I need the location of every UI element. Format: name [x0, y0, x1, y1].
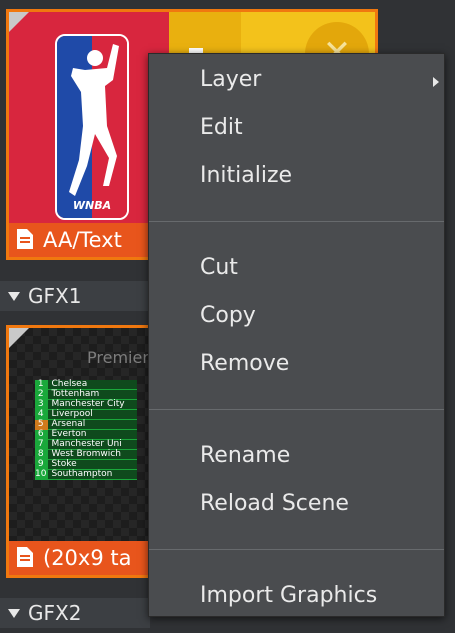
menu-item-cut[interactable]: Cut: [200, 255, 238, 280]
menu-item-remove[interactable]: Remove: [200, 351, 289, 376]
table-position: 4: [35, 409, 49, 420]
table-team: Manchester City: [48, 399, 138, 410]
table-team: Manchester Uni: [48, 439, 138, 450]
table-team: Southampton: [48, 469, 138, 480]
wnba-logo: WNBA: [55, 34, 129, 220]
table-row: 6 Everton: [35, 429, 138, 440]
tile-corner-marker: [9, 328, 29, 348]
table-position: 9: [35, 459, 49, 470]
table-position: 10: [35, 469, 49, 480]
document-icon: [17, 547, 33, 567]
group-header-gfx2[interactable]: GFX2: [0, 598, 150, 628]
submenu-arrow-icon: [433, 77, 439, 87]
menu-item-initialize[interactable]: Initialize: [200, 163, 292, 188]
group-title: GFX2: [28, 601, 82, 625]
tile-label-text: (20x9 ta: [43, 546, 132, 570]
group-title: GFX1: [28, 284, 82, 308]
table-row: 2 Tottenham: [35, 389, 138, 400]
context-menu: Layer Edit Initialize Cut Copy Remove Re…: [148, 53, 445, 617]
table-team: Arsenal: [48, 419, 138, 430]
table-row: 5 Arsenal: [35, 419, 138, 430]
table-position: 7: [35, 439, 49, 450]
table-row: 7 Manchester Uni: [35, 439, 138, 450]
menu-item-edit[interactable]: Edit: [200, 115, 243, 140]
menu-item-copy[interactable]: Copy: [200, 303, 256, 328]
table-row: 10 Southampton: [35, 469, 138, 480]
menu-item-reload-scene[interactable]: Reload Scene: [200, 491, 349, 516]
group-header-gfx1[interactable]: GFX1: [0, 281, 150, 311]
table-position: 8: [35, 449, 49, 460]
table-row: 9 Stoke: [35, 459, 138, 470]
league-table: 1 Chelsea 2 Tottenham 3 Manchester City 4 Liver…: [35, 380, 138, 480]
menu-separator: [149, 549, 444, 550]
logo-text: WNBA: [72, 199, 112, 212]
menu-item-rename[interactable]: Rename: [200, 443, 290, 468]
tile-corner-marker: [9, 12, 29, 32]
table-row: 4 Liverpool: [35, 409, 138, 420]
collapse-caret-icon[interactable]: [8, 609, 20, 618]
tile-label-text: AA/Text: [43, 228, 122, 252]
table-position: 5: [35, 419, 49, 430]
table-row: 8 West Bromwich: [35, 449, 138, 460]
table-team: Liverpool: [48, 409, 138, 420]
table-position: 2: [35, 389, 49, 400]
table-team: Everton: [48, 429, 138, 440]
table-team: Tottenham: [48, 389, 138, 400]
table-title: Premier: [87, 348, 149, 367]
document-icon: [17, 229, 33, 249]
table-team: Stoke: [48, 459, 138, 470]
table-team: West Bromwich: [48, 449, 138, 460]
menu-separator: [149, 409, 444, 410]
table-position: 3: [35, 399, 49, 410]
menu-item-import-graphics[interactable]: Import Graphics: [200, 583, 377, 608]
menu-separator: [149, 221, 444, 222]
collapse-caret-icon[interactable]: [8, 292, 20, 301]
table-position: 6: [35, 429, 49, 440]
menu-item-layer[interactable]: Layer: [200, 67, 261, 92]
table-row: 3 Manchester City: [35, 399, 138, 410]
